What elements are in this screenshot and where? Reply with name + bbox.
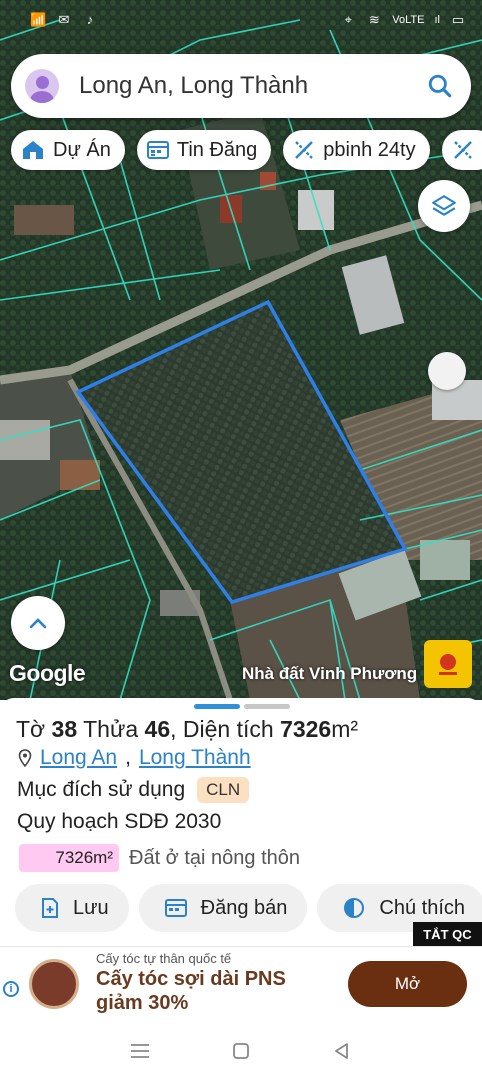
sheet-number: 38	[51, 716, 78, 742]
pager-dot[interactable]	[244, 704, 290, 709]
save-button[interactable]: Lưu	[15, 884, 129, 932]
layers-icon	[432, 195, 456, 216]
chip-pbinh[interactable]: pbinh 24ty	[283, 130, 430, 170]
post-sale-label: Đăng bán	[200, 896, 288, 919]
area-unit: m²	[331, 716, 359, 742]
avatar[interactable]	[25, 69, 59, 103]
planning-use: Đất ở tại nông thôn	[129, 846, 301, 869]
district-link[interactable]: Long Thành	[139, 746, 251, 770]
search-icon[interactable]	[427, 73, 453, 99]
sheet-pager[interactable]	[194, 704, 290, 709]
land-use-code-badge: CLN	[197, 777, 250, 803]
land-use-row: Mục đích sử dụng CLN	[17, 777, 250, 803]
listing-icon	[164, 899, 187, 917]
location-icon: ⌖	[344, 12, 352, 27]
chip-tin-dang[interactable]: Tin Đăng	[136, 130, 272, 170]
legend-label: Chú thích	[379, 896, 465, 919]
measure-icon	[453, 141, 472, 159]
back-triangle-icon	[334, 1043, 348, 1059]
map-drag-handle[interactable]	[428, 352, 466, 390]
ad-banner[interactable]: i Cấy tóc tự thân quốc tế Cấy tóc sợi dà…	[0, 946, 482, 1022]
plot-label: Thửa	[83, 716, 139, 742]
location-row: Long An, Long Thành	[18, 746, 251, 770]
network-label: VoLTE	[392, 14, 425, 26]
listing-icon	[146, 141, 169, 159]
ad-info-icon[interactable]: i	[3, 981, 19, 997]
planning-row: 7326m² Đất ở tại nông thôn	[19, 844, 300, 872]
area-value: 7326	[280, 716, 332, 742]
home-square-icon	[233, 1043, 249, 1059]
add-bookmark-icon	[42, 898, 58, 918]
ad-logo	[29, 959, 79, 1009]
brand-logo-icon	[439, 654, 457, 675]
planning-label: Quy hoạch SDĐ 2030	[17, 810, 222, 833]
plot-number: 46	[144, 716, 171, 742]
chip-label: Dự Án	[53, 138, 111, 161]
chip-du-an[interactable]: Dự Án	[11, 130, 125, 170]
signal-icon: 📶	[30, 12, 47, 27]
chevron-up-icon	[29, 618, 47, 629]
chip-label: Tin Đăng	[176, 138, 258, 161]
sheet-label: Tờ	[16, 716, 46, 742]
chip-more[interactable]	[441, 130, 482, 170]
planning-area-badge: 7326m²	[19, 844, 119, 872]
ad-subtext: Cấy tóc tự thân quốc tế	[96, 951, 232, 966]
hide-ads-button[interactable]: TẮT QC	[413, 922, 482, 946]
ad-headline: Cấy tóc sợi dài PNS giảm 30%	[96, 968, 286, 1014]
chip-label: pbinh 24ty	[323, 138, 416, 161]
media-icon: ♪	[86, 12, 94, 27]
action-buttons: Lưu Đăng bán Chú thích	[15, 884, 482, 932]
system-nav-bar	[0, 1022, 482, 1080]
location-pin-icon	[18, 749, 32, 767]
save-label: Lưu	[73, 896, 109, 919]
filter-chips: Dự Án Tin Đăng pbinh 24ty	[11, 130, 482, 170]
home-nav-button[interactable]	[229, 1039, 253, 1063]
brand-logo	[424, 640, 472, 688]
google-logo: Google	[9, 660, 86, 686]
satellite-map[interactable]: 📶 ✉ ♪ ⌖ ≋ VoLTE ıl ▭ Long An, Long Thành…	[0, 0, 482, 700]
parcel-info-sheet: Tờ 38 Thửa 46, Diện tích 7326m² Long An,…	[0, 698, 482, 946]
expand-up-button[interactable]	[11, 596, 65, 650]
ad-open-button[interactable]: Mở	[348, 961, 467, 1007]
parcel-title: Tờ 38 Thửa 46, Diện tích 7326m²	[16, 716, 359, 742]
status-bar: 📶 ✉ ♪ ⌖ ≋ VoLTE ıl ▭	[0, 0, 482, 40]
brand-watermark: Nhà đất Vinh Phương	[242, 664, 418, 683]
notification-icon: ✉	[58, 12, 70, 27]
house-icon	[23, 141, 43, 159]
purpose-label: Mục đích sử dụng	[17, 778, 186, 801]
layers-button[interactable]	[418, 180, 470, 232]
cellular-icon: ıl	[434, 14, 441, 26]
search-bar[interactable]: Long An, Long Thành	[11, 54, 471, 118]
menu-nav-button[interactable]	[128, 1039, 152, 1063]
post-sale-button[interactable]: Đăng bán	[138, 884, 308, 932]
pager-dot-active[interactable]	[194, 704, 240, 709]
province-link[interactable]: Long An	[40, 746, 117, 770]
menu-icon	[131, 1044, 150, 1058]
back-nav-button[interactable]	[330, 1039, 354, 1063]
measure-icon	[295, 141, 314, 159]
battery-icon: ▭	[451, 12, 465, 27]
contrast-icon	[344, 898, 365, 918]
area-label: Diện tích	[182, 716, 274, 742]
search-input[interactable]: Long An, Long Thành	[79, 72, 427, 100]
wifi-icon: ≋	[368, 12, 380, 27]
